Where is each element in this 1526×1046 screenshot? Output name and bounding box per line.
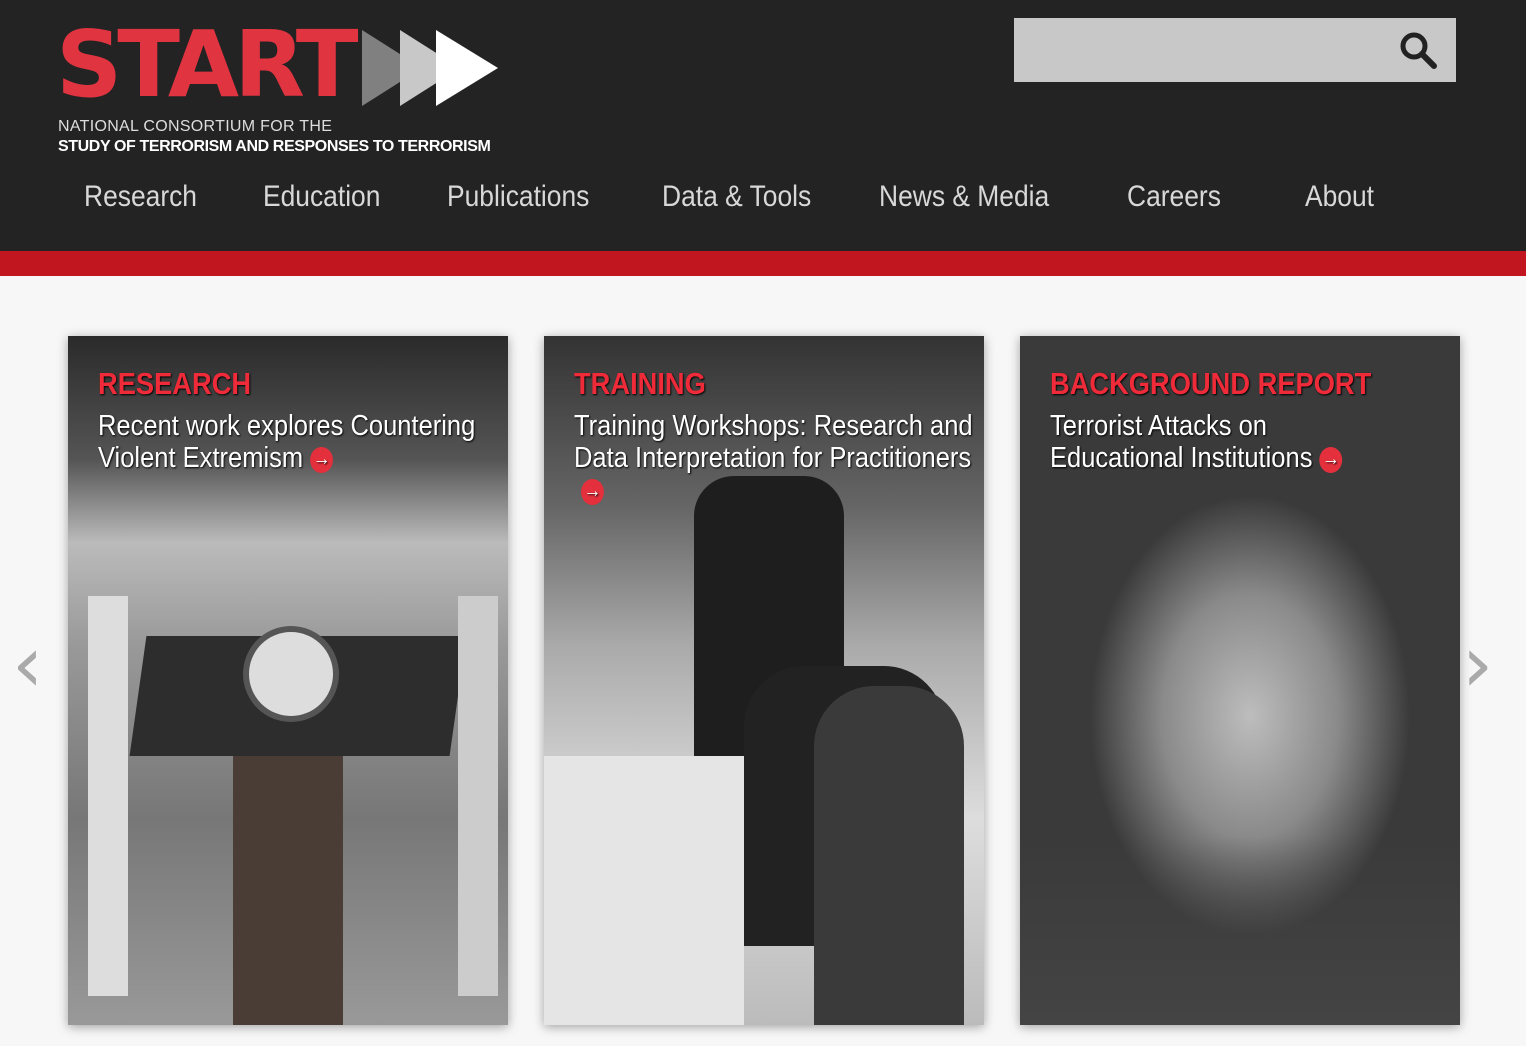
carousel-prev-button[interactable]: ‹: [12, 620, 43, 710]
logo-tagline-2: STUDY OF TERRORISM AND RESPONSES TO TERR…: [58, 138, 491, 155]
logo-tagline-1: NATIONAL CONSORTIUM FOR THE: [58, 118, 333, 135]
feature-card-background-report[interactable]: BACKGROUND REPORT Terrorist Attacks on E…: [1020, 336, 1460, 1025]
nav-research[interactable]: Research: [84, 180, 197, 214]
arrow-right-icon[interactable]: →: [310, 447, 334, 473]
nav-publications[interactable]: Publications: [447, 180, 589, 214]
arrow-right-icon[interactable]: →: [581, 479, 604, 505]
site-header: START NATIONAL CONSORTIUM FOR THE STUDY …: [0, 0, 1526, 251]
fast-forward-arrows-icon: [362, 30, 498, 106]
logo-wordmark: START: [56, 11, 359, 118]
card-title[interactable]: Training Workshops: Research and Data In…: [574, 410, 973, 474]
carousel-next-button[interactable]: ›: [1462, 620, 1493, 710]
start-logo[interactable]: START NATIONAL CONSORTIUM FOR THE STUDY …: [56, 11, 506, 162]
accent-bar: [0, 251, 1526, 276]
nav-news-media[interactable]: News & Media: [879, 180, 1049, 214]
search-icon[interactable]: [1398, 30, 1438, 70]
nav-about[interactable]: About: [1305, 180, 1374, 214]
nav-careers[interactable]: Careers: [1127, 180, 1221, 214]
card-title[interactable]: Terrorist Attacks on Educational Institu…: [1050, 410, 1312, 474]
feature-card-training[interactable]: TRAINING Training Workshops: Research an…: [544, 336, 984, 1025]
arrow-right-icon[interactable]: →: [1319, 447, 1343, 473]
card-category: BACKGROUND REPORT: [1050, 366, 1372, 401]
card-title[interactable]: Recent work explores Countering Violent …: [98, 410, 475, 474]
search-input[interactable]: [1014, 18, 1384, 82]
feature-card-research[interactable]: RESEARCH Recent work explores Countering…: [68, 336, 508, 1025]
nav-education[interactable]: Education: [263, 180, 380, 214]
card-category: RESEARCH: [98, 366, 252, 401]
card-category: TRAINING: [574, 366, 706, 401]
nav-data-tools[interactable]: Data & Tools: [662, 180, 811, 214]
search-box: [1014, 18, 1456, 82]
